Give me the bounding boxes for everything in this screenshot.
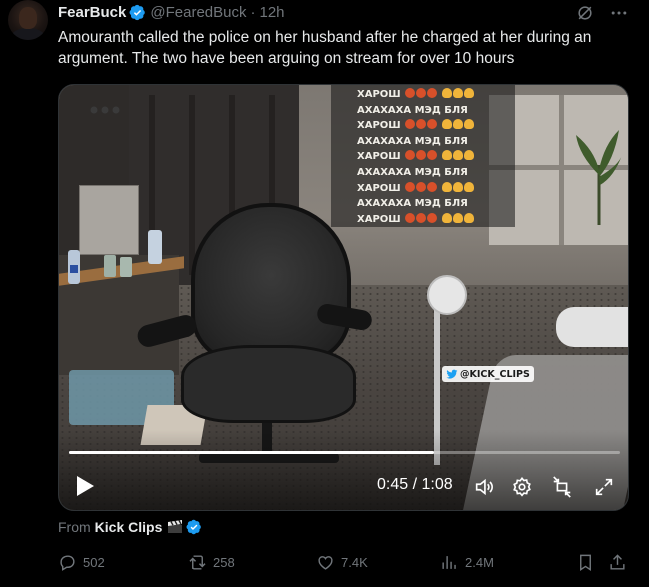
reply-icon: [60, 555, 75, 571]
scene-office-chair: [191, 203, 351, 363]
views-icon: [442, 556, 456, 569]
chat-line: АХАХАХА МЭД БЛЯ: [357, 135, 468, 147]
verified-badge-icon[interactable]: [186, 519, 202, 535]
avatar-face: [19, 7, 37, 29]
bookmark-button[interactable]: [576, 553, 595, 572]
chat-line: АХАХАХА МЭД БЛЯ: [357, 104, 468, 116]
video-player[interactable]: ХАРОШ АХАХАХА МЭД БЛЯ ХАРОШ АХАХАХА МЭД …: [58, 84, 629, 511]
tweet: FearBuck @FearedBuck · 12h Amouranth cal…: [0, 0, 649, 587]
source-prefix: From: [58, 519, 91, 535]
timestamp[interactable]: 12h: [259, 4, 284, 21]
tweet-header: FearBuck @FearedBuck · 12h: [58, 2, 285, 22]
tweet-text: Amouranth called the police on her husba…: [58, 29, 592, 67]
wall-hooks: [90, 106, 120, 114]
chat-line: АХАХАХА МЭД БЛЯ: [357, 166, 468, 178]
chat-overlay: ХАРОШ АХАХАХА МЭД БЛЯ ХАРОШ АХАХАХА МЭД …: [331, 85, 515, 227]
clapperboard-icon: [168, 520, 183, 533]
chat-line: ХАРОШ: [357, 181, 509, 197]
more-options-icon[interactable]: [609, 3, 629, 23]
action-bar: 502 258 7.4K 2.4M: [58, 553, 633, 575]
author-handle[interactable]: @FearedBuck: [150, 4, 246, 21]
views-button[interactable]: 2.4M: [440, 553, 494, 572]
fullscreen-icon[interactable]: [593, 476, 615, 498]
play-icon[interactable]: [75, 475, 95, 497]
repost-icon: [189, 555, 206, 570]
twitter-bird-icon: [446, 369, 458, 379]
chat-line: АХАХАХА МЭД БЛЯ: [357, 198, 468, 210]
source-name[interactable]: Kick Clips: [95, 519, 163, 535]
view-count: 2.4M: [465, 555, 494, 570]
chat-line: ХАРОШ: [357, 87, 509, 103]
bookmark-icon: [580, 554, 591, 571]
heart-icon: [318, 556, 333, 570]
minimize-icon[interactable]: [551, 476, 573, 498]
progress-bar[interactable]: [69, 451, 620, 454]
volume-icon[interactable]: [473, 476, 495, 498]
repost-count: 258: [213, 555, 235, 570]
timecode: 0:45 / 1:08: [377, 476, 453, 493]
avatar-shoulders: [11, 28, 45, 40]
repost-button[interactable]: 258: [188, 553, 235, 572]
reply-count: 502: [83, 555, 105, 570]
avatar[interactable]: [8, 0, 48, 40]
share-button[interactable]: [608, 553, 627, 572]
tweet-top-icons: [575, 3, 629, 23]
chat-line: ХАРОШ: [357, 118, 509, 134]
source-attribution: From Kick Clips: [58, 519, 202, 535]
chat-line: ХАРОШ: [357, 212, 509, 228]
settings-icon[interactable]: [511, 476, 533, 498]
scene-bottles: [68, 230, 162, 284]
author-name[interactable]: FearBuck: [58, 4, 126, 21]
progress-bar-fill: [69, 451, 434, 454]
reply-button[interactable]: 502: [58, 553, 105, 572]
kick-clips-watermark: @KICK_CLIPS: [442, 366, 534, 382]
watermark-text: @KICK_CLIPS: [460, 368, 530, 380]
no-translate-icon[interactable]: [575, 3, 595, 23]
chat-line: ХАРОШ: [357, 149, 509, 165]
like-button[interactable]: 7.4K: [316, 553, 368, 572]
like-count: 7.4K: [341, 555, 368, 570]
verified-badge-icon[interactable]: [129, 4, 146, 21]
scene-plant: [576, 130, 622, 225]
separator-dot: ·: [250, 3, 256, 21]
share-icon: [610, 554, 625, 570]
